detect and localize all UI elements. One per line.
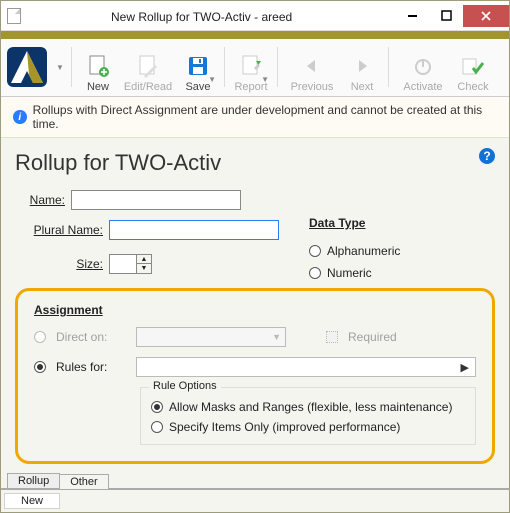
- size-spinner[interactable]: ▲▼: [137, 254, 152, 274]
- tab-strip: Rollup Other: [1, 473, 509, 489]
- app-logo-icon: [7, 47, 47, 87]
- app-window: New Rollup for TWO-Activ - areed ▼: [0, 0, 510, 513]
- rule-options-group: Rule Options Allow Masks and Ranges (fle…: [140, 387, 476, 445]
- report-dropdown-caret[interactable]: ▼: [261, 75, 269, 84]
- numeric-label: Numeric: [327, 266, 372, 280]
- banner-text: Rollups with Direct Assignment are under…: [33, 103, 497, 131]
- allow-masks-radio[interactable]: [151, 401, 163, 413]
- plural-name-input[interactable]: [109, 220, 279, 240]
- close-button[interactable]: [463, 5, 509, 27]
- help-icon[interactable]: ?: [479, 148, 495, 164]
- name-label: Name:: [15, 193, 65, 207]
- previous-icon: [301, 53, 323, 79]
- name-input[interactable]: [71, 190, 241, 210]
- document-icon: [7, 8, 21, 24]
- window-title: New Rollup for TWO-Activ - areed: [111, 8, 395, 24]
- numeric-radio[interactable]: [309, 267, 321, 279]
- save-button[interactable]: Save ▼: [178, 43, 218, 93]
- required-label: Required: [348, 330, 397, 344]
- save-icon: [187, 53, 209, 79]
- data-type-group: Data Type: [309, 216, 400, 230]
- statusbar: New: [1, 489, 509, 512]
- plural-name-label: Plural Name:: [15, 223, 103, 237]
- info-icon: i: [13, 110, 27, 124]
- assignment-group: Assignment Direct on: ▼ Required Rules f…: [15, 288, 495, 464]
- info-banner: i Rollups with Direct Assignment are und…: [1, 97, 509, 138]
- rules-for-radio[interactable]: [34, 361, 46, 373]
- logo-dropdown[interactable]: ▼: [55, 43, 65, 91]
- direct-on-combo: ▼: [136, 327, 286, 347]
- check-icon: [461, 53, 485, 79]
- required-checkbox: [326, 331, 338, 343]
- maximize-button[interactable]: [429, 5, 463, 27]
- edit-read-button[interactable]: Edit/Read: [120, 43, 176, 93]
- report-button[interactable]: Report ▼: [231, 43, 271, 93]
- titlebar: New Rollup for TWO-Activ - areed: [1, 1, 509, 31]
- new-icon: [87, 53, 109, 79]
- rules-for-combo[interactable]: ▶: [136, 357, 476, 377]
- check-button[interactable]: Check: [453, 43, 493, 93]
- accent-bar: [1, 31, 509, 39]
- assignment-label: Assignment: [34, 303, 476, 317]
- page-title: Rollup for TWO-Activ: [15, 150, 495, 176]
- direct-on-radio: [34, 331, 46, 343]
- size-input[interactable]: [109, 254, 137, 274]
- specify-items-radio[interactable]: [151, 421, 163, 433]
- direct-on-label: Direct on:: [56, 330, 126, 344]
- power-icon: [412, 53, 434, 79]
- content-area: ? Rollup for TWO-Activ Name: Plural Name…: [1, 138, 509, 473]
- previous-button[interactable]: Previous: [284, 43, 340, 93]
- alphanumeric-radio[interactable]: [309, 245, 321, 257]
- tab-other[interactable]: Other: [59, 474, 109, 489]
- next-icon: [351, 53, 373, 79]
- status-cell: New: [4, 493, 60, 509]
- specify-items-label: Specify Items Only (improved performance…: [169, 420, 400, 434]
- alphanumeric-label: Alphanumeric: [327, 244, 400, 258]
- activate-button[interactable]: Activate: [395, 43, 451, 93]
- tab-rollup[interactable]: Rollup: [7, 473, 60, 488]
- edit-read-icon: [137, 53, 159, 79]
- rule-options-title: Rule Options: [149, 380, 221, 392]
- report-icon: [240, 53, 262, 79]
- toolbar: ▼ New Edit/Read Save ▼ Repor: [1, 39, 509, 97]
- save-dropdown-caret[interactable]: ▼: [208, 75, 216, 84]
- size-label: Size:: [15, 257, 103, 271]
- rules-for-label: Rules for:: [56, 360, 126, 374]
- next-button[interactable]: Next: [342, 43, 382, 93]
- allow-masks-label: Allow Masks and Ranges (flexible, less m…: [169, 400, 452, 414]
- minimize-button[interactable]: [395, 5, 429, 27]
- new-button[interactable]: New: [78, 43, 118, 93]
